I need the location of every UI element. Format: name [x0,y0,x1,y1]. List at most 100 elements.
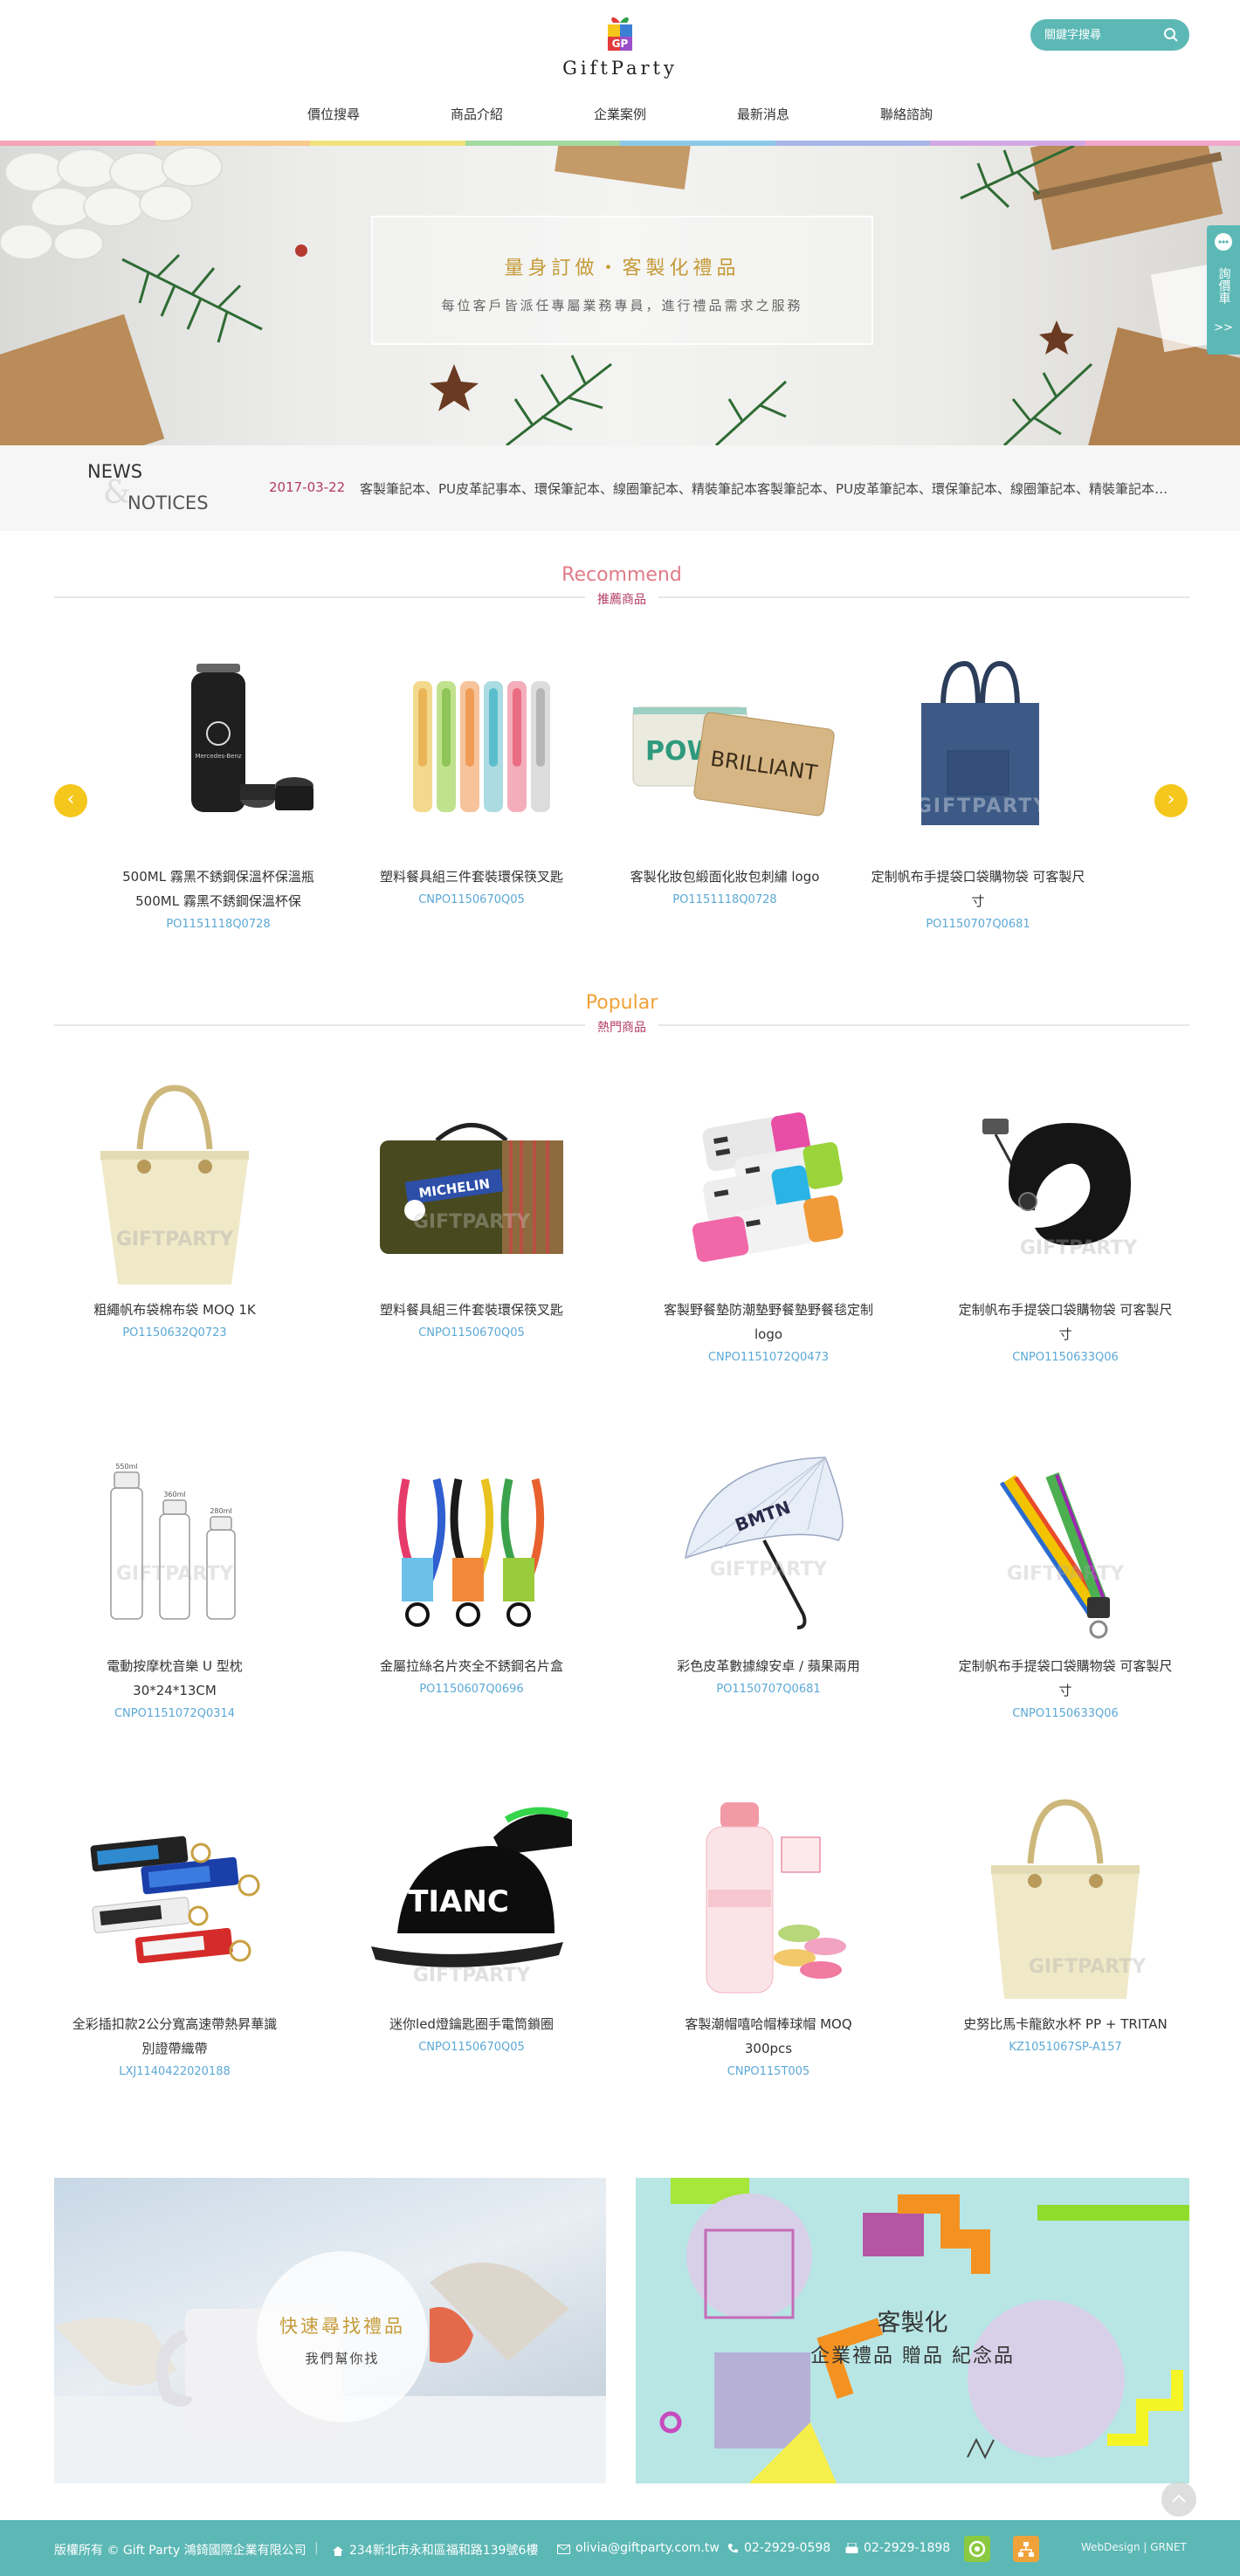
product-card[interactable]: TIANC GIFTPARTY 迷你led燈鑰匙圈手電筒鎖圈 CNPO11506… [354,1785,589,2059]
news-headline[interactable]: 客製筆記本、PU皮革記事本、環保筆記本、線圈筆記本、精裝筆記本客製筆記本、PU皮… [360,479,1176,498]
credit-webdesign: WebDesign [1081,2541,1140,2553]
promo-right-subtitle: 企業禮品 贈品 紀念品 [810,2345,1015,2367]
product-code: CNPO1151072Q0473 [707,1351,830,1364]
search-input[interactable] [1044,27,1158,43]
product-card[interactable]: GIFTPARTY 史努比馬卡龍飲水杯 PP + TRITAN KZ105106… [947,1785,1183,2059]
product-card[interactable]: 客製野餐墊防潮墊野餐墊野餐毯定制logo CNPO1151072Q0473 [651,1071,886,1369]
product-code: PO1150707Q0681 [926,918,1030,931]
hero-banner: 量身訂做・客製化禮品 每位客戶皆派任專屬業務專員，進行禮品需求之服務 [0,146,1240,445]
address-text: 234新北市永和區福和路139號6樓 [349,2544,539,2558]
product-code: CNPO115T005 [727,2065,810,2078]
phone-icon [727,2543,739,2558]
cosmetic-bag-icon: POW BRILLIANT [607,637,843,864]
site-logo[interactable]: GP GiftParty [554,14,686,87]
fax-icon [845,2542,858,2558]
product-card[interactable]: GIFTPARTY 粗繩帆布袋棉布袋 MOQ 1K PO1150632Q0723 [57,1071,293,1345]
glass-bottles-icon: 550ml 360ml 280ml GIFTPARTY [57,1427,293,1654]
bottle-label-1: 550ml [115,1463,137,1471]
custom-gifts-promo[interactable]: 客製化 企業禮品 贈品 紀念品 [636,2178,1189,2483]
neck-pillow-icon: GIFTPARTY [947,1071,1183,1298]
banner-text-box: 量身訂做・客製化禮品 每位客戶皆派任專屬業務專員，進行禮品需求之服務 [371,216,873,345]
product-code: PO1151118Q0728 [166,918,271,931]
canvas-tote-icon: GIFTPARTY [57,1071,293,1298]
nav-cases[interactable]: 企業案例 [548,103,692,129]
footer-fax: 02-2929-1898 [845,2541,950,2558]
nav-contact[interactable]: 聯絡諮詢 [835,103,978,129]
product-code: PO1150632Q0723 [122,1326,227,1340]
popular-heading: Popular 熱門商品 [54,992,1189,1041]
back-to-top-button[interactable] [1161,2482,1196,2517]
watermark-text: GIFTPARTY [916,796,1049,817]
search-icon[interactable] [1163,27,1179,43]
footer-email[interactable]: olivia@giftparty.com.tw [557,2541,720,2558]
product-card[interactable]: POW BRILLIANT 客製化妝包緞面化妝包刺繡 logo PO115111… [607,637,843,912]
carousel-next-button[interactable]: › [1154,784,1188,817]
watermark-text: GIFTPARTY [1020,1237,1138,1259]
product-card[interactable]: 客製潮帽嘻哈帽棒球帽 MOQ 300pcs CNPO115T005 [651,1785,886,2084]
product-name: 全彩插扣款2公分寬高速帶熱昇華識別證帶織帶 [72,2016,278,2056]
product-code: CNPO1150670Q05 [418,1326,525,1340]
product-card[interactable]: BMTN GIFTPARTY 彩色皮革數據線安卓 / 蘋果兩用 PO115070… [651,1427,886,1701]
snapback-caps-icon: TIANC GIFTPARTY [354,1785,589,2012]
banner-title: 量身訂做・客製化禮品 [504,258,741,279]
product-code: CNPO1150670Q05 [418,2041,525,2054]
product-card[interactable]: 全彩插扣款2公分寬高速帶熱昇華識別證帶織帶 LXJ1140422020188 [57,1785,293,2084]
sitemap-icon[interactable] [1013,2536,1039,2562]
home-icon [332,2545,344,2560]
banner-subtitle: 每位客戶皆派任專屬業務專員，進行禮品需求之服務 [441,298,803,313]
chat-icon [1212,232,1235,251]
carousel-prev-button[interactable]: ‹ [54,784,87,817]
product-card[interactable]: GIFTPARTY 定制帆布手提袋口袋購物袋 可客製尺寸 PO1150707Q0… [860,637,1096,936]
gift-finder-promo[interactable]: 快速尋找禮品 我們幫你找 [54,2178,606,2483]
product-card[interactable]: GIFTPARTY 定制帆布手提袋口袋購物袋 可客製尺寸 CNPO1150633… [947,1427,1183,1725]
product-card[interactable]: 550ml 360ml 280ml GIFTPARTY 電動按摩枕音樂 U 型枕… [57,1427,293,1725]
watermark-text: GIFTPARTY [413,1965,531,1987]
site-footer: 版權所有 © Gift Party 鴻錡國際企業有限公司 | 234新北市永和區… [0,2520,1240,2576]
inquiry-cart-tab[interactable]: 詢價車 >> [1207,225,1240,355]
product-code: PO1151118Q0728 [672,893,777,906]
promo-left-subtitle: 我們幫你找 [305,2351,380,2366]
watermark-text: GIFTPARTY [1007,1563,1125,1585]
promo-circle: 快速尋找禮品 我們幫你找 [257,2251,428,2422]
cap-text: TIANC [408,1884,509,1919]
thermos-bottle-icon: Mercedes-Benz [100,637,336,864]
cutlery-set-icon [354,637,589,864]
product-name: 客製潮帽嘻哈帽棒球帽 MOQ 300pcs [685,2016,852,2056]
svg-text:Mercedes-Benz: Mercedes-Benz [195,753,241,760]
product-name: 史努比馬卡龍飲水杯 PP + TRITAN [963,2016,1168,2032]
canvas-tote-2-icon: GIFTPARTY [947,1785,1183,2012]
email-text: olivia@giftparty.com.tw [575,2541,720,2555]
watermark-text: GIFTPARTY [710,1559,828,1581]
product-card[interactable]: Mercedes-Benz 500ML 霧黑不銹鋼保溫杯保溫瓶500ML 霧黑不… [100,637,336,936]
copyright-text: 版權所有 © Gift Party 鴻錡國際企業有限公司 [54,2544,307,2558]
product-code: CNPO1151072Q0314 [114,1707,236,1720]
credit-grnet: GRNET [1150,2541,1187,2553]
product-name: 定制帆布手提袋口袋購物袋 可客製尺寸 [871,869,1085,909]
product-code: CNPO1150633Q06 [1012,1707,1119,1720]
product-card[interactable]: MICHELIN GIFTPARTY 塑料餐具組三件套裝環保筷叉匙 CNPO11… [354,1071,589,1345]
product-name: 定制帆布手提袋口袋購物袋 可客製尺寸 [958,1302,1173,1342]
promo-right-title: 客製化 [877,2310,948,2337]
product-code: CNPO1150670Q05 [418,893,525,906]
watermark-text: GIFTPARTY [116,1563,234,1585]
product-card[interactable]: 塑料餐具組三件套裝環保筷叉匙 CNPO1150670Q05 [354,637,589,912]
product-card[interactable]: 金屬拉絲名片夾全不銹鋼名片盒 PO1150607Q0696 [354,1427,589,1701]
search-box [1030,19,1189,51]
denim-tote-icon: GIFTPARTY [860,637,1096,864]
product-code: LXJ1140422020188 [119,2065,231,2078]
product-card[interactable]: GIFTPARTY 定制帆布手提袋口袋購物袋 可客製尺寸 CNPO1150633… [947,1071,1183,1369]
promo-left-title: 快速尋找禮品 [279,2316,405,2337]
mail-icon [557,2544,570,2558]
nav-news[interactable]: 最新消息 [692,103,835,129]
product-name: 塑料餐具組三件套裝環保筷叉匙 [379,869,563,885]
recommend-title: Recommend [561,564,682,586]
product-name: 客製化妝包緞面化妝包刺繡 logo [630,869,820,885]
credit-separator: | [1143,2541,1147,2553]
nav-price-search[interactable]: 價位搜尋 [262,103,405,129]
recommend-subtitle: 推薦商品 [585,590,658,608]
footer-address: 234新北市永和區福和路139號6樓 [332,2541,538,2560]
nav-products[interactable]: 商品介紹 [405,103,548,129]
footer-phone: 02-2929-0598 [727,2541,830,2558]
umbrella-icon: BMTN GIFTPARTY [651,1427,886,1654]
line-icon[interactable] [964,2536,990,2562]
